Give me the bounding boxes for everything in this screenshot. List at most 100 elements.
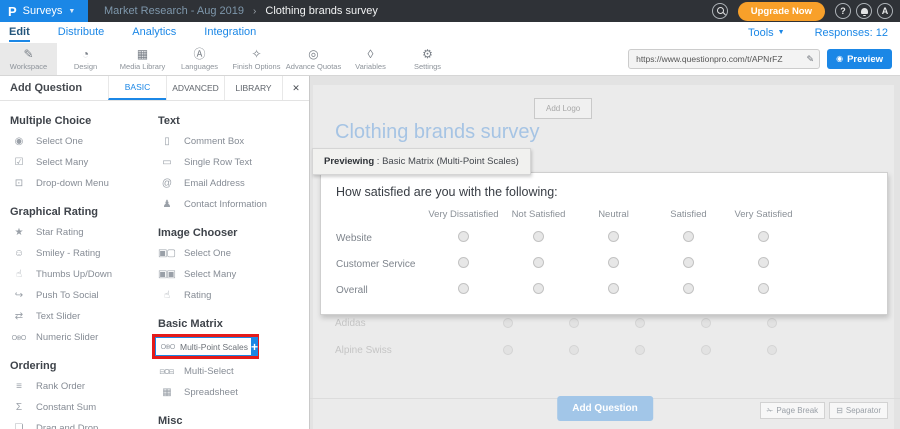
question-type-rank-order[interactable]: ≡Rank Order <box>10 376 146 397</box>
close-panel-button[interactable]: ✕ <box>282 76 309 100</box>
disabled-radio-button <box>635 318 645 328</box>
radio-button-overall-very-satisfied[interactable] <box>758 283 769 294</box>
toolbar-item-media-library[interactable]: ▦Media Library <box>114 43 171 75</box>
page-break-button[interactable]: ✁Page Break <box>760 402 826 419</box>
preview-button[interactable]: ◉ Preview <box>827 49 892 69</box>
disabled-radio-button <box>503 318 513 328</box>
matrix-preview-card: How satisfied are you with the following… <box>320 172 888 315</box>
question-type-select-many[interactable]: ☑Select Many <box>10 152 146 173</box>
multi-point-scales-icon: O⊕O <box>159 343 176 351</box>
notifications-button[interactable] <box>856 3 872 19</box>
toolbar-item-design[interactable]: ◔Design <box>57 43 114 75</box>
question-type-star-rating[interactable]: ★Star Rating <box>10 222 146 243</box>
disabled-radio-button <box>767 318 777 328</box>
question-type-select-many[interactable]: ▣▣Select Many <box>158 264 308 285</box>
breadcrumb: Market Research - Aug 2019 › Clothing br… <box>104 5 378 17</box>
question-type-numeric-slider[interactable]: O⊕ONumeric Slider <box>10 327 146 348</box>
tools-menu[interactable]: Tools▼ <box>748 27 785 39</box>
question-type-label: Email Address <box>184 178 245 189</box>
radio-button-customer-service-not-satisfied[interactable] <box>533 257 544 268</box>
question-type-multi-point-scales-highlighted[interactable]: O⊕O Multi-Point Scales+ <box>152 334 259 359</box>
nav-tab-edit[interactable]: Edit <box>9 23 30 42</box>
help-button[interactable]: ? <box>835 3 851 19</box>
nav-tab-integration[interactable]: Integration <box>204 23 256 42</box>
toolbar-item-finish-options[interactable]: ✧Finish Options <box>228 43 285 75</box>
panel-tab-basic[interactable]: BASIC <box>108 76 166 100</box>
separator-button[interactable]: ⊟Separator <box>829 402 888 419</box>
matrix-row-label: Website <box>336 233 426 244</box>
matrix-row: Overall <box>336 277 887 303</box>
radio-button-website-neutral[interactable] <box>608 231 619 242</box>
survey-url-box: ✎ <box>628 49 820 69</box>
upgrade-now-button[interactable]: Upgrade Now <box>738 2 825 21</box>
question-type-drop-down-menu[interactable]: ⊡Drop-down Menu <box>10 173 146 194</box>
question-type-drag-and-drop[interactable]: ❏Drag and Drop <box>10 418 146 429</box>
toolbar-item-settings[interactable]: ⚙Settings <box>399 43 456 75</box>
radio-button-customer-service-very-dissatisfied[interactable] <box>458 257 469 268</box>
question-type-select-one[interactable]: ◉Select One <box>10 131 146 152</box>
radio-button-overall-very-dissatisfied[interactable] <box>458 283 469 294</box>
radio-button-overall-satisfied[interactable] <box>683 283 694 294</box>
question-type-label: Comment Box <box>184 136 244 147</box>
question-type-thumbs-up-down[interactable]: ☝Thumbs Up/Down <box>10 264 146 285</box>
question-type-smiley-rating[interactable]: ☺Smiley - Rating <box>10 243 146 264</box>
add-question-button[interactable]: Add Question <box>557 396 653 421</box>
radio-button-website-not-satisfied[interactable] <box>533 231 544 242</box>
checkbox-option-icon: ☑ <box>10 157 27 168</box>
rank-order-icon: ≡ <box>10 381 27 392</box>
question-type-comment-box[interactable]: ▯Comment Box <box>158 131 308 152</box>
question-type-label: Drop-down Menu <box>36 178 109 189</box>
radio-button-overall-neutral[interactable] <box>608 283 619 294</box>
question-type-text-slider[interactable]: ⇄Text Slider <box>10 306 146 327</box>
question-type-contact-information[interactable]: ♟Contact Information <box>158 194 308 215</box>
nav-tab-distribute[interactable]: Distribute <box>58 23 104 42</box>
survey-url-input[interactable] <box>634 53 802 65</box>
search-button[interactable] <box>712 3 728 19</box>
question-type-email-address[interactable]: @Email Address <box>158 173 308 194</box>
account-avatar[interactable]: A <box>877 3 893 19</box>
radio-button-website-very-satisfied[interactable] <box>758 231 769 242</box>
radio-button-customer-service-very-satisfied[interactable] <box>758 257 769 268</box>
panel-tab-advanced[interactable]: ADVANCED <box>166 76 224 100</box>
question-type-multi-select[interactable]: ⊟O⊟Multi-Select <box>158 361 308 382</box>
nav-tab-analytics[interactable]: Analytics <box>132 23 176 42</box>
add-question-type-plus-button[interactable]: + <box>251 337 258 356</box>
radio-button-website-satisfied[interactable] <box>683 231 694 242</box>
breadcrumb-folder[interactable]: Market Research - Aug 2019 <box>104 5 244 17</box>
section-header-text: Text <box>158 115 308 127</box>
toolbar-item-variables[interactable]: ◊Variables <box>342 43 399 75</box>
design-icon: ◔ <box>82 48 89 61</box>
toolbar-item-workspace[interactable]: ✎Workspace <box>0 43 57 75</box>
responses-count[interactable]: Responses: 12 <box>815 27 888 39</box>
surveys-menu[interactable]: P Surveys ▼ <box>0 0 88 22</box>
question-type-push-to-social[interactable]: ↪Push To Social <box>10 285 146 306</box>
section-header-image-chooser: Image Chooser <box>158 227 308 239</box>
question-type-spreadsheet[interactable]: ▦Spreadsheet <box>158 382 308 403</box>
matrix-header-row: Very DissatisfiedNot SatisfiedNeutralSat… <box>336 203 887 225</box>
radio-button-customer-service-neutral[interactable] <box>608 257 619 268</box>
edit-url-pencil-icon[interactable]: ✎ <box>807 54 815 65</box>
question-type-label: Select One <box>36 136 83 147</box>
radio-button-website-very-dissatisfied[interactable] <box>458 231 469 242</box>
radio-button-overall-not-satisfied[interactable] <box>533 283 544 294</box>
toolbar-item-advance-quotas[interactable]: ◎Advance Quotas <box>285 43 342 75</box>
question-type-single-row-text[interactable]: ▭Single Row Text <box>158 152 308 173</box>
radio-button-customer-service-satisfied[interactable] <box>683 257 694 268</box>
separator-label: Separator <box>846 406 881 415</box>
toolbar-items: ✎Workspace◔Design▦Media LibraryⒶLanguage… <box>0 43 456 75</box>
survey-title[interactable]: Clothing brands survey <box>335 121 540 144</box>
panel-tab-library[interactable]: LIBRARY <box>224 76 282 100</box>
drag-drop-icon: ❏ <box>10 423 27 429</box>
question-type-label: Multi-Point Scales <box>180 342 248 352</box>
previewing-value: : Basic Matrix (Multi-Point Scales) <box>374 156 519 167</box>
background-question-rows: AdidasAlpine Swiss <box>310 310 900 364</box>
toolbar-item-languages[interactable]: ⒶLanguages <box>171 43 228 75</box>
question-type-rating[interactable]: ☝Rating <box>158 285 308 306</box>
thumb-icon: ☝ <box>10 269 27 280</box>
matrix-question-text: How satisfied are you with the following… <box>321 173 887 201</box>
question-type-constant-sum[interactable]: ΣConstant Sum <box>10 397 146 418</box>
toolbar-item-label: Variables <box>355 62 386 71</box>
add-logo-button[interactable]: Add Logo <box>534 98 592 119</box>
question-type-select-one[interactable]: ▣▢Select One <box>158 243 308 264</box>
breadcrumb-survey[interactable]: Clothing brands survey <box>265 5 378 17</box>
